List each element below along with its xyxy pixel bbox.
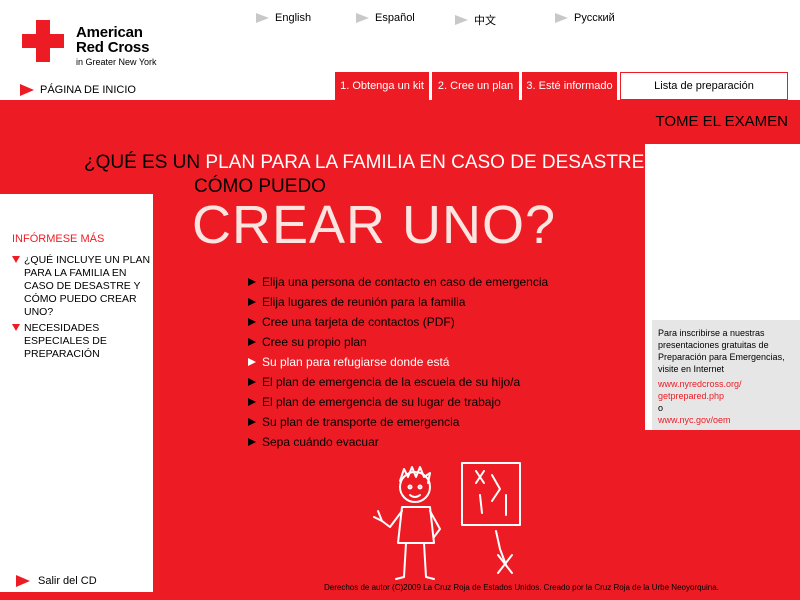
brand-name: American Red Cross in Greater New York xyxy=(76,25,157,67)
bullet-arrow-icon xyxy=(248,318,256,326)
bullet-arrow-icon xyxy=(248,378,256,386)
info-box: Para inscribirse a nuestras presentacion… xyxy=(652,320,800,430)
link-text-1: www.nyredcross.org/ xyxy=(658,379,742,389)
chevron-down-icon xyxy=(12,256,20,263)
lang-chinese[interactable]: 中文 xyxy=(455,12,496,28)
bullet-arrow-icon xyxy=(248,438,256,446)
list-item-label: Cree una tarjeta de contactos (PDF) xyxy=(262,315,455,329)
list-item-active[interactable]: Su plan para refugiarse donde está xyxy=(248,352,548,372)
tab-make-plan[interactable]: 2. Cree un plan xyxy=(432,72,519,100)
take-exam-link[interactable]: TOME EL EXAMEN xyxy=(655,113,788,130)
lang-label: 中文 xyxy=(474,15,496,27)
exam-label-2: EXAMEN xyxy=(724,113,788,130)
brand-subtitle: in Greater New York xyxy=(76,57,157,67)
tab-label: Lista de preparación xyxy=(654,80,754,92)
list-item-label: El plan de emergencia de la escuela de s… xyxy=(262,375,521,389)
page-title-big: CREAR UNO? xyxy=(192,195,557,255)
brand-line1: American xyxy=(76,24,143,41)
bullet-arrow-icon xyxy=(248,338,256,346)
tab-label: 1. Obtenga un kit xyxy=(340,80,424,92)
heading-part-a: ¿QUÉ ES UN xyxy=(84,152,201,173)
chevron-down-icon xyxy=(12,324,20,331)
arrow-right-icon xyxy=(16,575,30,587)
exit-label: Salir del CD xyxy=(38,575,97,587)
lang-label: Русский xyxy=(574,12,615,24)
arrow-right-icon xyxy=(20,84,34,96)
list-item[interactable]: Cree su propio plan xyxy=(248,332,548,352)
arrow-right-icon xyxy=(455,15,468,25)
heading-part-b: PLAN PARA LA FAMILIA EN CASO DE DESASTRE… xyxy=(205,152,662,173)
arrow-right-icon xyxy=(256,13,269,23)
sidebar-item-special-needs[interactable]: NECESIDADES ESPECIALES DE PREPARACIÓN xyxy=(12,322,132,361)
list-item-label: Elija lugares de reunión para la familia xyxy=(262,295,466,309)
info-or: o xyxy=(658,403,664,413)
list-item[interactable]: Su plan de transporte de emergencia xyxy=(248,412,548,432)
lang-spanish[interactable]: Español xyxy=(356,12,415,24)
exit-cd-button[interactable]: Salir del CD xyxy=(16,575,97,587)
bullet-arrow-icon xyxy=(248,358,256,366)
lang-english[interactable]: English xyxy=(256,12,311,24)
home-link[interactable]: PÁGINA DE INICIO xyxy=(20,84,136,96)
plan-links-list: Elija una persona de contacto en caso de… xyxy=(248,272,548,452)
list-item[interactable]: Sepa cuándo evacuar xyxy=(248,432,548,452)
lang-label: Español xyxy=(375,12,415,24)
copyright-text: Derechos de autor (C)2009 La Cruz Roja d… xyxy=(324,583,719,592)
tab-label: 3. Esté informado xyxy=(526,80,613,92)
sidebar-item-family-plan[interactable]: ¿QUÉ INCLUYE UN PLAN PARA LA FAMILIA EN … xyxy=(12,254,152,319)
nyc-oem-link[interactable]: www.nyc.gov/oem xyxy=(658,414,794,426)
link-text-2: getprepared.php xyxy=(658,391,725,401)
brand-line2: Red Cross xyxy=(76,39,150,56)
tab-checklist[interactable]: Lista de preparación xyxy=(620,72,788,100)
family-plan-illustration xyxy=(373,462,521,580)
bullet-arrow-icon xyxy=(248,398,256,406)
list-item[interactable]: El plan de emergencia de la escuela de s… xyxy=(248,372,548,392)
red-cross-logo xyxy=(22,20,66,64)
sidebar-item-label: ¿QUÉ INCLUYE UN PLAN PARA LA FAMILIA EN … xyxy=(24,254,151,318)
bottom-red-strip xyxy=(0,592,800,600)
learn-more-title: INFÓRMESE MÁS xyxy=(12,233,105,245)
list-item[interactable]: Elija una persona de contacto en caso de… xyxy=(248,272,548,292)
list-item[interactable]: Elija lugares de reunión para la familia xyxy=(248,292,548,312)
page-heading-line1: ¿QUÉ ES UN PLAN PARA LA FAMILIA EN CASO … xyxy=(84,152,662,174)
list-item-label: Sepa cuándo evacuar xyxy=(262,435,379,449)
arrow-right-icon xyxy=(555,13,568,23)
list-item-label: Elija una persona de contacto en caso de… xyxy=(262,275,549,289)
list-item-label: Su plan para refugiarse donde está xyxy=(262,355,450,369)
list-item-label: El plan de emergencia de su lugar de tra… xyxy=(262,395,501,409)
list-item-label: Cree su propio plan xyxy=(262,335,367,349)
info-text: Para inscribirse a nuestras presentacion… xyxy=(658,328,785,374)
home-label: PÁGINA DE INICIO xyxy=(40,84,136,96)
cross-icon-horizontal xyxy=(22,34,64,48)
arrow-right-icon xyxy=(356,13,369,23)
list-item[interactable]: Cree una tarjeta de contactos (PDF) xyxy=(248,312,548,332)
lang-russian[interactable]: Русский xyxy=(555,12,615,24)
bullet-arrow-icon xyxy=(248,418,256,426)
list-item-label: Su plan de transporte de emergencia xyxy=(262,415,460,429)
tab-be-informed[interactable]: 3. Esté informado xyxy=(522,72,617,100)
tab-label: 2. Cree un plan xyxy=(437,80,514,92)
list-item[interactable]: El plan de emergencia de su lugar de tra… xyxy=(248,392,548,412)
sidebar-item-label: NECESIDADES ESPECIALES DE PREPARACIÓN xyxy=(24,322,107,360)
bullet-arrow-icon xyxy=(248,278,256,286)
nyredcross-link[interactable]: www.nyredcross.org/ getprepared.php xyxy=(658,378,794,402)
bullet-arrow-icon xyxy=(248,298,256,306)
exam-label-1: TOME EL xyxy=(655,113,721,130)
lang-label: English xyxy=(275,12,312,24)
tab-get-kit[interactable]: 1. Obtenga un kit xyxy=(335,72,429,100)
